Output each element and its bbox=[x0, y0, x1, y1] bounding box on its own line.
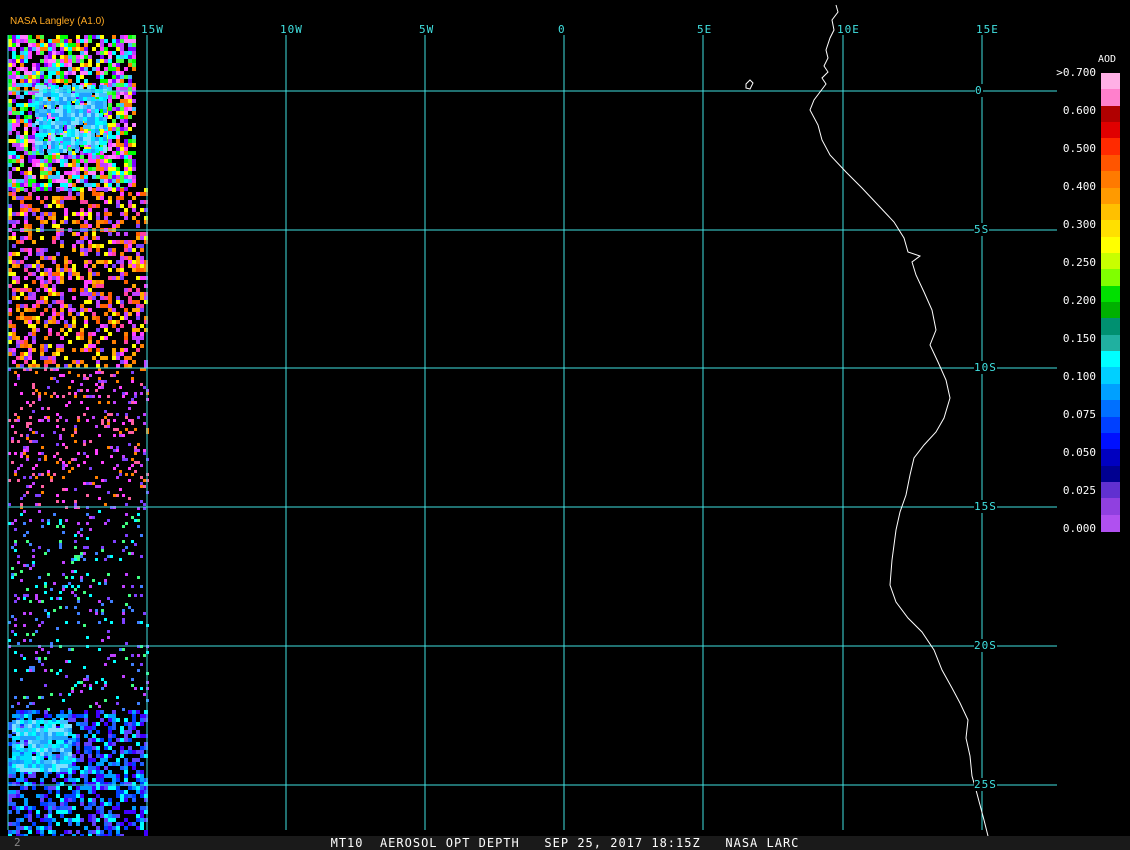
colorbar-label: 0.050 bbox=[1062, 446, 1096, 459]
colorbar-segment bbox=[1101, 351, 1120, 369]
africa-coastline bbox=[809, 4, 989, 837]
colorbar-segment bbox=[1101, 220, 1120, 238]
colorbar-segment bbox=[1101, 138, 1120, 156]
colorbar-segment bbox=[1101, 400, 1120, 418]
lon-label: 5W bbox=[419, 23, 435, 36]
island-outline bbox=[745, 79, 754, 90]
colorbar-segment bbox=[1101, 187, 1120, 205]
lat-label: 15S bbox=[974, 500, 997, 513]
colorbar-label: 0.600 bbox=[1062, 104, 1096, 117]
colorbar-label: 0.300 bbox=[1062, 218, 1096, 231]
colorbar-segment bbox=[1101, 416, 1120, 434]
colorbar-segment bbox=[1101, 122, 1120, 140]
colorbar-segment bbox=[1101, 498, 1120, 516]
lon-label: 0 bbox=[558, 23, 566, 36]
lon-label: 10E bbox=[837, 23, 860, 36]
colorbar-segment bbox=[1101, 285, 1120, 303]
colorbar-label: 0.100 bbox=[1062, 370, 1096, 383]
colorbar-segment bbox=[1101, 318, 1120, 336]
colorbar-label: 0.025 bbox=[1062, 484, 1096, 497]
colorbar-segment bbox=[1101, 334, 1120, 352]
colorbar-segment bbox=[1101, 383, 1120, 401]
colorbar-segment bbox=[1101, 367, 1120, 385]
colorbar-label: 0.000 bbox=[1062, 522, 1096, 535]
colorbar-label: 0.075 bbox=[1062, 408, 1096, 421]
lon-label: 5E bbox=[697, 23, 713, 36]
colorbar-segment bbox=[1101, 171, 1120, 189]
source-tag: NASA Langley (A1.0) bbox=[10, 16, 105, 27]
colorbar-label: 0.200 bbox=[1062, 294, 1096, 307]
lat-label: 20S bbox=[974, 639, 997, 652]
colorbar-segment bbox=[1101, 73, 1120, 90]
colorbar-segment bbox=[1101, 432, 1120, 450]
colorbar-segment bbox=[1101, 449, 1120, 467]
colorbar-segment bbox=[1101, 154, 1120, 172]
lat-label: 10S bbox=[974, 361, 997, 374]
lon-label: 10W bbox=[280, 23, 303, 36]
colorbar-label: >0.700 bbox=[1056, 66, 1096, 79]
lon-label: 15E bbox=[976, 23, 999, 36]
colorbar-segment bbox=[1101, 514, 1120, 532]
footer-bar: 2 MT10 AEROSOL OPT DEPTH SEP 25, 2017 18… bbox=[0, 836, 1130, 850]
lat-label: 0 bbox=[975, 84, 983, 97]
colorbar-segment bbox=[1101, 89, 1120, 107]
colorbar-segment bbox=[1101, 269, 1120, 287]
colorbar-segment bbox=[1101, 236, 1120, 254]
colorbar-segment bbox=[1101, 481, 1120, 499]
lat-lon-grid bbox=[7, 35, 1057, 830]
colorbar-label: 0.250 bbox=[1062, 256, 1096, 269]
aerosol-map bbox=[7, 4, 1057, 838]
footer-caption: MT10 AEROSOL OPT DEPTH SEP 25, 2017 18:1… bbox=[330, 836, 800, 850]
colorbar-label: 0.400 bbox=[1062, 180, 1096, 193]
colorbar-label: 0.150 bbox=[1062, 332, 1096, 345]
lon-label: 15W bbox=[141, 23, 164, 36]
colorbar-segment bbox=[1101, 302, 1120, 319]
colorbar-segment bbox=[1101, 252, 1120, 270]
aod-data-swath bbox=[8, 35, 149, 838]
colorbar-label: 0.500 bbox=[1062, 142, 1096, 155]
colorbar-segment bbox=[1101, 465, 1120, 483]
lat-label: 5S bbox=[974, 223, 990, 236]
colorbar-segment bbox=[1101, 203, 1120, 221]
colorbar-segment bbox=[1101, 105, 1120, 123]
coastline bbox=[745, 4, 989, 837]
lat-label: 25S bbox=[974, 778, 997, 791]
colorbar-title: AOD bbox=[1098, 54, 1117, 65]
